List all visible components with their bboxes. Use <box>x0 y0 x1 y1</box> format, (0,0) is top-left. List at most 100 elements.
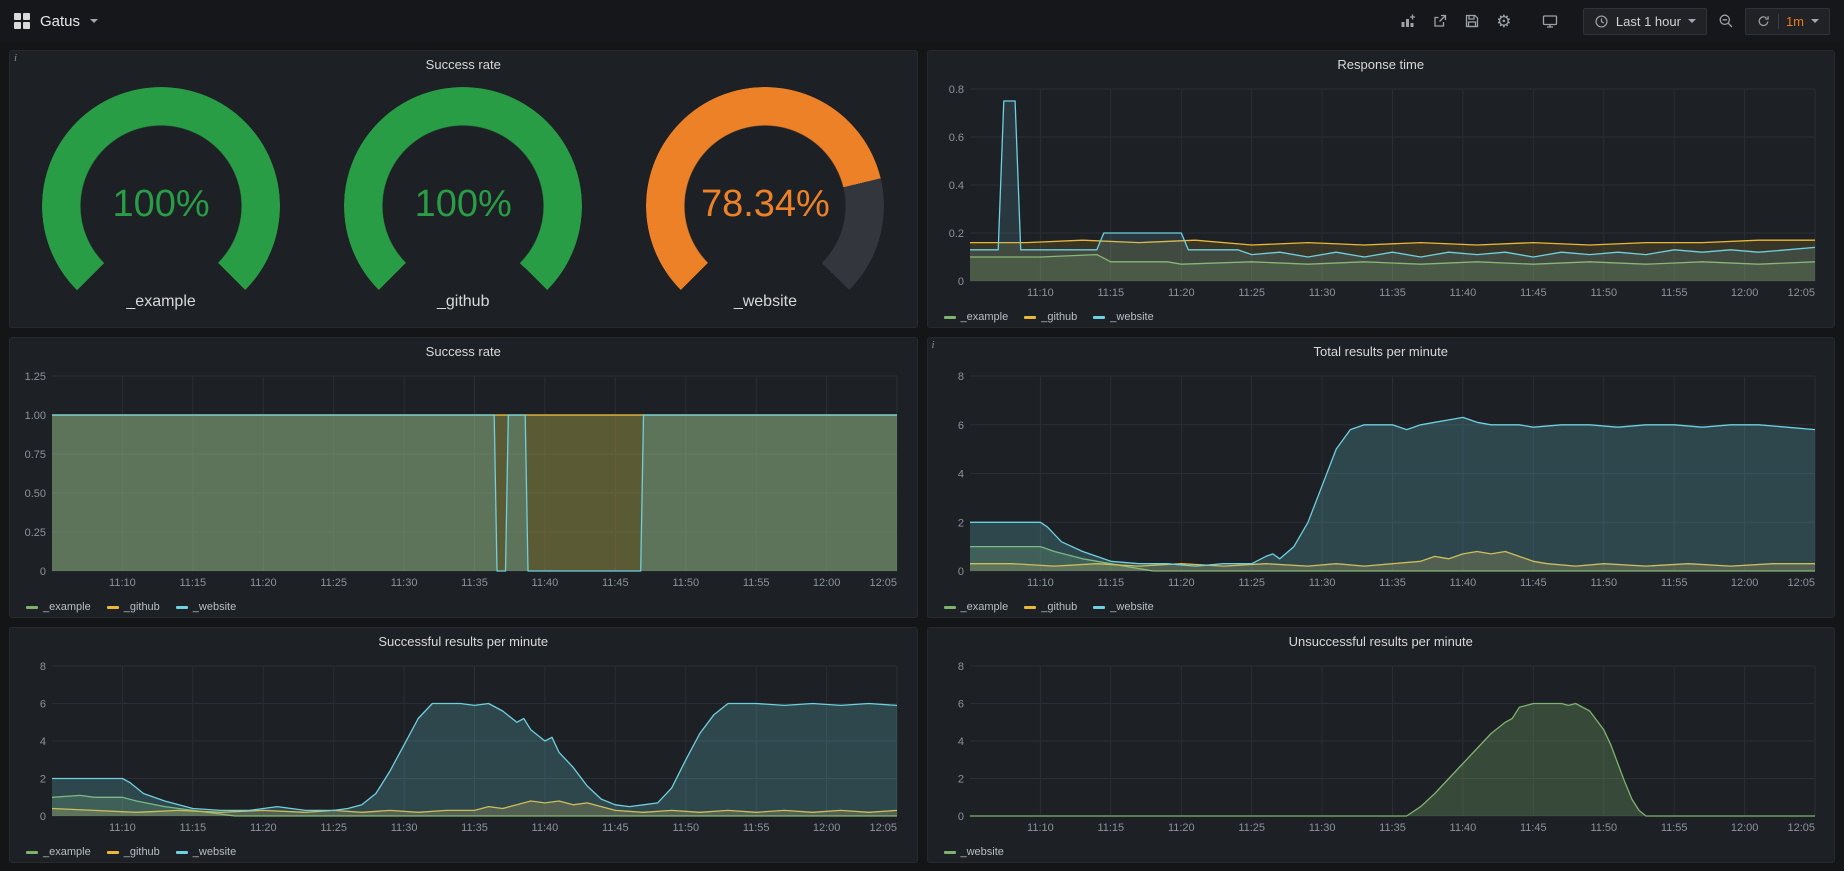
chart-svg: 0246811:1011:1511:2011:2511:3011:3511:40… <box>934 366 1829 591</box>
legend-series-name: _example <box>43 601 91 613</box>
svg-text:11:15: 11:15 <box>1097 577 1124 589</box>
legend-item[interactable]: _example <box>944 311 1009 323</box>
legend: _example _github _website <box>928 596 1835 618</box>
legend-item[interactable]: _example <box>944 601 1009 613</box>
svg-text:11:35: 11:35 <box>461 577 488 589</box>
panel-title[interactable]: Successful results per minute <box>10 628 917 656</box>
save-icon <box>1464 13 1480 29</box>
legend-item[interactable]: _github <box>107 601 160 613</box>
svg-text:11:25: 11:25 <box>1238 287 1265 299</box>
svg-text:4: 4 <box>40 736 46 748</box>
svg-text:11:20: 11:20 <box>1167 822 1194 834</box>
legend-item[interactable]: _website <box>1093 601 1153 613</box>
panel-title[interactable]: Response time <box>928 51 1835 79</box>
svg-text:11:35: 11:35 <box>1379 287 1406 299</box>
gauge-value: 100% <box>42 183 280 226</box>
svg-text:11:40: 11:40 <box>1449 577 1476 589</box>
panel-title[interactable]: Success rate <box>10 51 917 79</box>
cycle-view-mode-button[interactable] <box>1537 8 1563 35</box>
time-range-label: Last 1 hour <box>1616 14 1681 29</box>
panel-title[interactable]: Unsuccessful results per minute <box>928 628 1835 656</box>
legend-series-name: _website <box>193 846 236 858</box>
panel-title[interactable]: Total results per minute <box>928 338 1835 366</box>
svg-text:11:40: 11:40 <box>1449 287 1476 299</box>
clock-icon <box>1594 14 1609 29</box>
svg-text:11:20: 11:20 <box>1167 287 1194 299</box>
svg-text:11:10: 11:10 <box>1027 577 1054 589</box>
legend-item[interactable]: _example <box>26 601 91 613</box>
svg-text:11:45: 11:45 <box>1519 822 1546 834</box>
svg-text:12:05: 12:05 <box>1787 822 1815 834</box>
svg-text:11:30: 11:30 <box>391 577 418 589</box>
total-results-chart[interactable]: 0246811:1011:1511:2011:2511:3011:3511:40… <box>934 366 1829 596</box>
svg-text:11:15: 11:15 <box>1097 822 1124 834</box>
refresh-icon <box>1756 14 1771 29</box>
legend-item[interactable]: _website <box>1093 311 1153 323</box>
panel-total-results: i Total results per minute 0246811:1011:… <box>927 337 1836 618</box>
legend: _example _github _website <box>10 841 917 863</box>
gauge-label: _website <box>734 293 797 311</box>
add-panel-button[interactable] <box>1395 8 1421 35</box>
panel-success-rate-timeseries: Success rate 00.250.500.751.001.2511:101… <box>9 337 918 618</box>
legend-item[interactable]: _website <box>176 846 236 858</box>
svg-text:11:15: 11:15 <box>179 577 206 589</box>
successful-results-chart[interactable]: 0246811:1011:1511:2011:2511:3011:3511:40… <box>16 656 911 841</box>
divider <box>1778 14 1779 29</box>
legend-item[interactable]: _github <box>107 846 160 858</box>
zoom-out-time-button[interactable] <box>1713 8 1739 35</box>
response-time-chart[interactable]: 00.20.40.60.811:1011:1511:2011:2511:3011… <box>934 79 1829 306</box>
svg-text:0.50: 0.50 <box>25 488 46 500</box>
success-rate-chart[interactable]: 00.250.500.751.001.2511:1011:1511:2011:2… <box>16 366 911 596</box>
legend-series-name: _website <box>1110 601 1153 613</box>
svg-text:8: 8 <box>957 661 963 673</box>
svg-text:11:40: 11:40 <box>532 822 559 834</box>
svg-text:11:10: 11:10 <box>1027 287 1054 299</box>
svg-text:6: 6 <box>957 699 963 711</box>
dashboard-settings-button[interactable]: ⚙ <box>1491 8 1517 35</box>
svg-text:12:00: 12:00 <box>813 822 841 834</box>
panel-title[interactable]: Success rate <box>10 338 917 366</box>
svg-text:0: 0 <box>40 811 46 823</box>
gauge-value: 100% <box>344 183 582 226</box>
chart-svg: 00.250.500.751.001.2511:1011:1511:2011:2… <box>16 366 911 591</box>
time-range-picker[interactable]: Last 1 hour <box>1583 8 1707 35</box>
svg-text:6: 6 <box>40 699 46 711</box>
svg-text:2: 2 <box>40 774 46 786</box>
navbar-actions: ⚙ Last 1 hour 1m <box>1395 8 1830 35</box>
chart-svg: 0246811:1011:1511:2011:2511:3011:3511:40… <box>934 656 1829 836</box>
svg-text:11:50: 11:50 <box>672 577 699 589</box>
svg-text:11:30: 11:30 <box>1308 822 1335 834</box>
legend: _example _github _website <box>10 596 917 618</box>
legend-item[interactable]: _github <box>1024 311 1077 323</box>
svg-text:0.6: 0.6 <box>948 132 963 144</box>
svg-text:1.00: 1.00 <box>25 410 46 422</box>
save-dashboard-button[interactable] <box>1459 8 1485 35</box>
svg-text:2: 2 <box>957 517 963 529</box>
share-dashboard-button[interactable] <box>1427 8 1453 35</box>
info-icon[interactable]: i <box>932 339 935 351</box>
svg-text:4: 4 <box>957 736 963 748</box>
gauge-github: 100% _github <box>344 87 582 311</box>
legend-item[interactable]: _example <box>26 846 91 858</box>
svg-text:12:00: 12:00 <box>1730 287 1758 299</box>
svg-text:11:55: 11:55 <box>743 822 770 834</box>
refresh-picker[interactable]: 1m <box>1745 8 1830 35</box>
svg-text:11:50: 11:50 <box>1590 577 1617 589</box>
panel-success-rate-gauges: i Success rate 100% _example 100% _githu… <box>9 50 918 328</box>
svg-text:11:50: 11:50 <box>672 822 699 834</box>
legend-item[interactable]: _github <box>1024 601 1077 613</box>
legend-item[interactable]: _website <box>176 601 236 613</box>
unsuccessful-results-chart[interactable]: 0246811:1011:1511:2011:2511:3011:3511:40… <box>934 656 1829 841</box>
legend: _website <box>928 841 1835 863</box>
chart-svg: 0246811:1011:1511:2011:2511:3011:3511:40… <box>16 656 911 836</box>
chart-svg: 00.20.40.60.811:1011:1511:2011:2511:3011… <box>934 79 1829 301</box>
svg-text:12:00: 12:00 <box>1730 577 1758 589</box>
dashboard-grid: i Success rate 100% _example 100% _githu… <box>0 42 1844 871</box>
refresh-interval-label: 1m <box>1786 14 1804 29</box>
dashboard-title-button[interactable]: Gatus <box>14 13 98 30</box>
svg-text:0.2: 0.2 <box>948 228 963 240</box>
monitor-icon <box>1542 13 1558 29</box>
svg-text:11:45: 11:45 <box>1519 287 1546 299</box>
info-icon[interactable]: i <box>14 52 17 64</box>
legend-item[interactable]: _website <box>944 846 1004 858</box>
